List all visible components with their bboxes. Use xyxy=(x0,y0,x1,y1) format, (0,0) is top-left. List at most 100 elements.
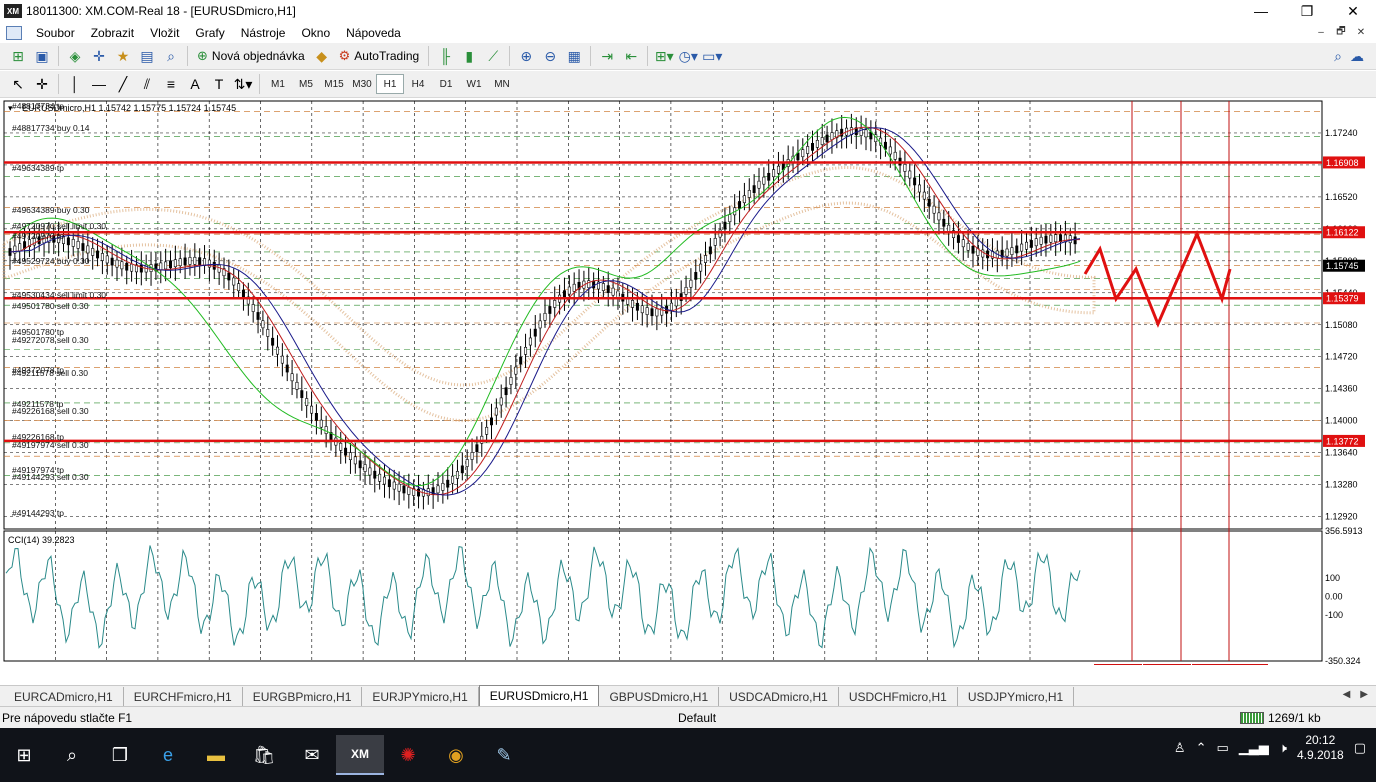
terminal-icon[interactable]: ▤ xyxy=(135,45,159,67)
edge-icon[interactable]: e xyxy=(144,735,192,775)
close-button[interactable]: ✕ xyxy=(1330,0,1376,22)
tab-gbpusd[interactable]: GBPUSDmicro,H1 xyxy=(599,687,720,706)
candlestick-icon[interactable]: ▮ xyxy=(457,45,481,67)
templates-icon[interactable]: ▭▾ xyxy=(700,45,724,67)
zoom-out-icon[interactable]: ⊖ xyxy=(538,45,562,67)
notifications-icon[interactable]: ▢ xyxy=(1354,740,1366,756)
trendline-icon[interactable]: ╱ xyxy=(111,73,135,95)
timeframe-w1[interactable]: W1 xyxy=(460,74,488,94)
people-icon[interactable]: ♙ xyxy=(1174,740,1186,756)
navigator-icon[interactable]: ★ xyxy=(111,45,135,67)
mdi-minimize-button[interactable]: – xyxy=(1312,25,1330,40)
menu-vlozit[interactable]: Vložit xyxy=(142,26,187,40)
timeframe-d1[interactable]: D1 xyxy=(432,74,460,94)
chart-window[interactable]: 1.172401.168801.165201.161601.158001.154… xyxy=(0,99,1376,665)
tab-scroll-right-icon[interactable]: ▶ xyxy=(1360,689,1368,700)
tab-usdjpy[interactable]: USDJPYmicro,H1 xyxy=(958,687,1075,706)
mail-icon[interactable]: ✉ xyxy=(288,735,336,775)
menu-soubor[interactable]: Soubor xyxy=(28,26,83,40)
timeframe-m1[interactable]: M1 xyxy=(264,74,292,94)
zoom-in-icon[interactable]: ⊕ xyxy=(514,45,538,67)
bar-chart-icon[interactable]: ╟ xyxy=(433,45,457,67)
text-icon[interactable]: A xyxy=(183,73,207,95)
timeframe-h4[interactable]: H4 xyxy=(404,74,432,94)
chart-window-icon[interactable] xyxy=(6,25,22,40)
timeframe-m30[interactable]: M30 xyxy=(348,74,376,94)
store-icon[interactable]: 🛍 xyxy=(240,735,288,775)
search-icon[interactable]: ⌕ xyxy=(48,735,96,775)
indicators-icon[interactable]: ⊞▾ xyxy=(652,45,676,67)
mdi-restore-button[interactable]: 🗗 xyxy=(1332,25,1350,40)
battery-icon[interactable]: ▭ xyxy=(1216,740,1228,756)
clock[interactable]: 20:12 4.9.2018 xyxy=(1297,733,1344,763)
cursor-icon[interactable]: ↖ xyxy=(6,73,30,95)
tab-eurchf[interactable]: EURCHFmicro,H1 xyxy=(124,687,243,706)
app-red-icon[interactable]: ✺ xyxy=(384,735,432,775)
data-window-icon[interactable]: ✛ xyxy=(87,45,111,67)
vertical-line-icon[interactable]: │ xyxy=(63,73,87,95)
line-chart-icon[interactable]: ⟋ xyxy=(481,45,505,67)
fibonacci-icon[interactable]: ≡ xyxy=(159,73,183,95)
chart-shift-icon[interactable]: ⇤ xyxy=(619,45,643,67)
network-icon[interactable]: ▁▃▅ xyxy=(1239,740,1269,756)
timeframe-m15[interactable]: M15 xyxy=(320,74,348,94)
market-watch-icon[interactable]: ◈ xyxy=(63,45,87,67)
tab-scroll-left-icon[interactable]: ◀ xyxy=(1343,689,1351,700)
strategy-tester-icon[interactable]: ⌕ xyxy=(159,45,183,67)
maximize-button[interactable]: ❐ xyxy=(1284,0,1330,22)
task-view-icon[interactable]: ❐ xyxy=(96,735,144,775)
candle-body xyxy=(971,245,975,254)
periods-icon[interactable]: ◷▾ xyxy=(676,45,700,67)
crosshair-icon[interactable]: ✛ xyxy=(30,73,54,95)
tile-windows-icon[interactable]: ▦ xyxy=(562,45,586,67)
candle-body xyxy=(572,283,576,292)
level-price-label: 1.13772 xyxy=(1326,436,1359,446)
candle-body xyxy=(1020,243,1024,252)
timeframe-h1[interactable]: H1 xyxy=(376,74,404,94)
mdi-close-button[interactable]: ✕ xyxy=(1352,25,1370,40)
menu-napoveda[interactable]: Nápoveda xyxy=(338,26,409,40)
xm-app-icon: XM xyxy=(4,4,22,18)
new-chart-icon[interactable]: ⊞ xyxy=(6,45,30,67)
xm-terminal-icon[interactable]: XM xyxy=(336,735,384,775)
tray-chevron-icon[interactable]: ⌃ xyxy=(1196,740,1207,756)
candle-body xyxy=(91,248,95,256)
tab-eurusd[interactable]: EURUSDmicro,H1 xyxy=(478,685,600,706)
new-order-button[interactable]: ⊕ Nová objednávka xyxy=(192,45,310,67)
candle-body xyxy=(344,447,348,456)
arrows-icon[interactable]: ⇅▾ xyxy=(231,73,255,95)
candle-body xyxy=(164,261,168,270)
text-label-icon[interactable]: T xyxy=(207,73,231,95)
volume-icon[interactable]: 🕨 xyxy=(1279,740,1287,756)
horizontal-line-icon[interactable]: ― xyxy=(87,73,111,95)
file-explorer-icon[interactable]: ▬ xyxy=(192,735,240,775)
price-chart[interactable]: 1.172401.168801.165201.161601.158001.154… xyxy=(0,99,1376,665)
tab-usdchf[interactable]: USDCHFmicro,H1 xyxy=(839,687,958,706)
search-icon[interactable]: ⌕ xyxy=(1334,48,1342,65)
metaeditor-icon[interactable]: ◆ xyxy=(310,45,334,67)
paint-icon[interactable]: ✎ xyxy=(480,735,528,775)
channel-icon[interactable]: ⫽ xyxy=(135,73,159,95)
candle-body xyxy=(387,479,391,488)
menu-zobrazit[interactable]: Zobrazit xyxy=(83,26,142,40)
minimize-button[interactable]: — xyxy=(1238,0,1284,22)
candle-body xyxy=(18,243,22,252)
tab-eurcad[interactable]: EURCADmicro,H1 xyxy=(4,687,124,706)
windows-start-icon[interactable]: ⊞ xyxy=(0,735,48,775)
menu-grafy[interactable]: Grafy xyxy=(187,26,232,40)
candle-body xyxy=(237,283,241,292)
chat-icon[interactable]: ☁ xyxy=(1350,48,1364,65)
tab-eurgbp[interactable]: EURGBPmicro,H1 xyxy=(243,687,363,706)
candle-body xyxy=(436,485,440,494)
menu-okno[interactable]: Okno xyxy=(293,26,338,40)
candle-body xyxy=(198,257,202,266)
auto-scroll-icon[interactable]: ⇥ xyxy=(595,45,619,67)
chrome-icon[interactable]: ◉ xyxy=(432,735,480,775)
timeframe-mn[interactable]: MN xyxy=(488,74,516,94)
profiles-icon[interactable]: ▣ xyxy=(30,45,54,67)
tab-eurjpy[interactable]: EURJPYmicro,H1 xyxy=(362,687,479,706)
timeframe-m5[interactable]: M5 xyxy=(292,74,320,94)
tab-usdcad[interactable]: USDCADmicro,H1 xyxy=(719,687,839,706)
menu-nastroje[interactable]: Nástroje xyxy=(233,26,294,40)
autotrading-button[interactable]: ⚙ AutoTrading xyxy=(334,45,425,67)
